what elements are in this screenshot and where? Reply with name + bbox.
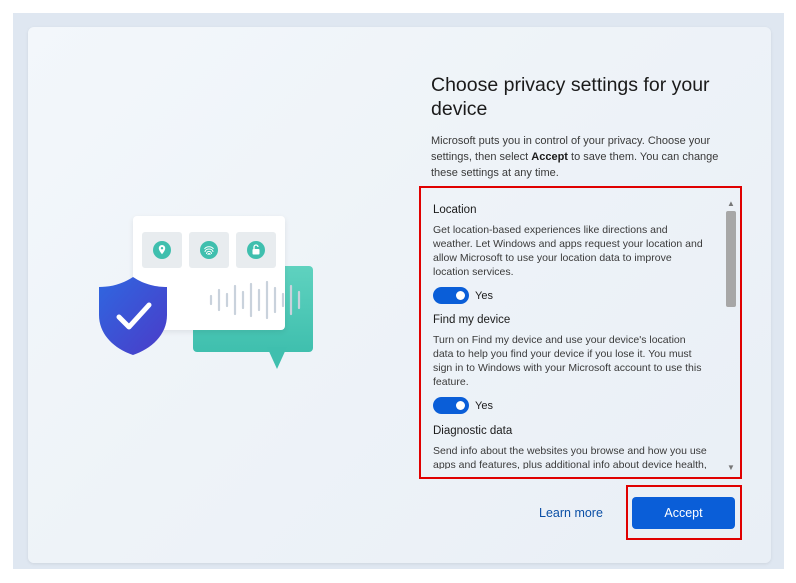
find-my-device-toggle[interactable] xyxy=(433,397,469,414)
setting-description: Send info about the websites you browse … xyxy=(433,445,707,469)
privacy-settings-list[interactable]: Location Get location-based experiences … xyxy=(433,199,723,469)
location-pin-icon xyxy=(142,232,182,268)
setting-title: Find my device xyxy=(433,314,511,326)
fingerprint-icon xyxy=(189,232,229,268)
scroll-up-arrow-icon[interactable]: ▲ xyxy=(724,199,738,209)
scrollbar-thumb[interactable] xyxy=(726,211,736,307)
setting-description: Turn on Find my device and use your devi… xyxy=(433,334,702,388)
setting-title: Location xyxy=(433,204,477,216)
toggle-state-label: Yes xyxy=(475,399,493,412)
learn-more-link[interactable]: Learn more xyxy=(539,506,603,520)
setting-location: Location Get location-based experiences … xyxy=(433,204,723,304)
setting-description: Get location-based experiences like dire… xyxy=(433,224,703,278)
setting-diagnostic-data: Diagnostic data Send info about the webs… xyxy=(433,425,723,469)
accept-button[interactable]: Accept xyxy=(632,497,735,529)
setting-find-my-device: Find my device Turn on Find my device an… xyxy=(433,314,723,414)
intro-text: Microsoft puts you in control of your pr… xyxy=(431,135,719,179)
shield-check-icon xyxy=(99,277,167,355)
scroll-down-arrow-icon[interactable]: ▼ xyxy=(724,463,738,473)
location-toggle[interactable] xyxy=(433,287,469,304)
page-title: Choose privacy settings for your device xyxy=(431,74,710,120)
privacy-illustration xyxy=(95,213,320,373)
unlock-icon xyxy=(236,232,276,268)
chat-bubble-tail xyxy=(267,347,287,369)
voice-wave-icon xyxy=(209,280,301,320)
settings-scrollbar[interactable]: ▲ ▼ xyxy=(724,199,738,473)
toggle-state-label: Yes xyxy=(475,289,493,302)
setting-title: Diagnostic data xyxy=(433,425,513,437)
